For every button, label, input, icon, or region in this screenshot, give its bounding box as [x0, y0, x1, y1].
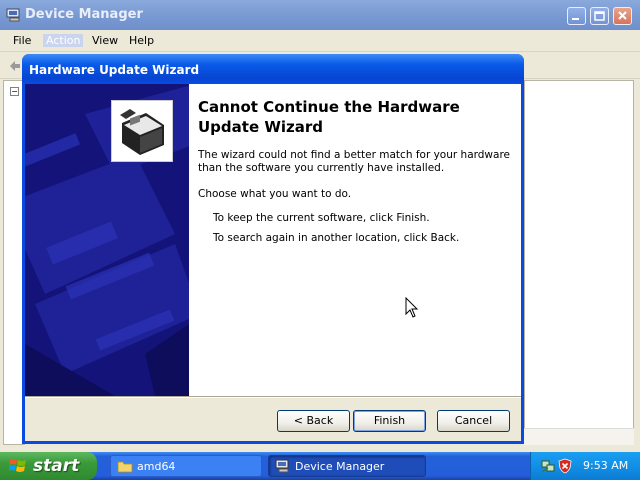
wizard-heading: Cannot Continue the Hardware Update Wiza… [198, 98, 460, 136]
finish-button[interactable]: Finish [353, 410, 426, 432]
back-instruction: To search again in another location, cli… [213, 232, 460, 244]
status-bar [0, 445, 640, 452]
taskbar-item-label: amd64 [137, 460, 176, 473]
wizard-titlebar[interactable]: Hardware Update Wizard [22, 54, 524, 84]
menu-help[interactable]: Help [129, 34, 154, 47]
minimize-button[interactable] [567, 7, 586, 25]
taskbar-item-label: Device Manager [295, 460, 385, 473]
hardware-update-wizard-dialog: Hardware Update Wizard Cannot Continue t… [22, 54, 524, 444]
folder-icon [117, 461, 133, 473]
mouse-pointer-icon [405, 297, 419, 318]
wizard-content-pane: Cannot Continue the Hardware Update Wiza… [189, 84, 521, 396]
wizard-body: Cannot Continue the Hardware Update Wiza… [25, 84, 521, 441]
windows-logo-icon [9, 459, 26, 472]
device-manager-titlebar[interactable]: Device Manager [0, 0, 640, 30]
wizard-banner-graphic [25, 84, 189, 396]
system-tray: 9:53 AM [530, 452, 640, 480]
wizard-title: Hardware Update Wizard [29, 63, 200, 77]
device-list-pane[interactable] [524, 80, 634, 445]
start-label: start [33, 456, 80, 476]
horizontal-scrollbar[interactable] [524, 428, 634, 445]
maximize-button[interactable] [590, 7, 609, 25]
menu-file[interactable]: File [13, 34, 31, 47]
network-icon[interactable] [540, 458, 556, 474]
device-manager-icon [275, 459, 289, 473]
start-button[interactable]: start [0, 452, 97, 480]
menu-action[interactable]: Action [43, 34, 84, 47]
tree-collapse-icon[interactable]: − [10, 87, 19, 96]
finish-instruction: To keep the current software, click Fini… [213, 212, 430, 224]
taskbar-item-device-manager[interactable]: Device Manager [268, 455, 426, 477]
wizard-prompt: Choose what you want to do. [198, 188, 352, 200]
window-title: Device Manager [25, 7, 143, 22]
wizard-description: The wizard could not find a better match… [198, 149, 510, 174]
clock[interactable]: 9:53 AM [583, 459, 628, 472]
device-manager-icon [6, 8, 20, 22]
maximize-icon [594, 11, 605, 21]
close-icon [618, 11, 627, 20]
menu-bar: File Action View Help [0, 30, 640, 52]
taskbar-item-amd64[interactable]: amd64 [110, 455, 262, 477]
security-shield-icon[interactable] [558, 458, 572, 474]
close-button[interactable] [613, 7, 632, 25]
back-button[interactable]: < Back [277, 410, 350, 432]
minimize-icon [572, 18, 579, 20]
cancel-button[interactable]: Cancel [437, 410, 510, 432]
menu-view[interactable]: View [92, 34, 118, 47]
hardware-card-icon [111, 100, 173, 162]
back-arrow-icon[interactable] [9, 60, 21, 72]
wizard-divider [25, 396, 521, 398]
taskbar: start amd64 Device Manager 9:53 AM [0, 452, 640, 480]
